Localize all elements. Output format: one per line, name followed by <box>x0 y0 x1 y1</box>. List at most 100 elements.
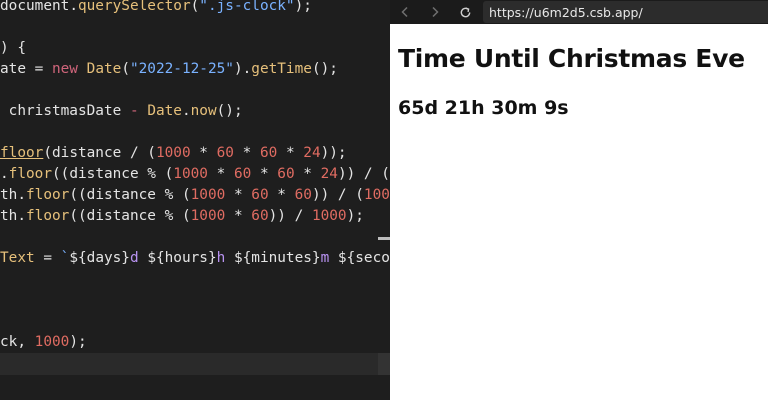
code-token: ). <box>233 61 252 77</box>
code-token: 1000 <box>190 208 226 224</box>
code-token: 1000 <box>155 145 191 161</box>
code-token: "2022-12-25" <box>129 61 234 77</box>
code-token: Text <box>0 250 35 266</box>
code-token: )); <box>320 145 347 161</box>
browser-toolbar: https://u6m2d5.csb.app/ <box>390 0 768 24</box>
code-token: 1000 <box>34 334 70 350</box>
code-token: christmasDate <box>0 103 130 119</box>
countdown-clock: 65d 21h 30m 9s <box>398 97 569 119</box>
code-token: . <box>181 103 191 119</box>
code-token: (); <box>311 61 338 77</box>
code-token: document <box>0 0 70 14</box>
code-token: * <box>207 166 234 182</box>
code-token: 1000 <box>311 208 347 224</box>
code-token: ( <box>190 0 200 14</box>
code-token: ".js-clock" <box>199 0 295 14</box>
code-token: d <box>129 250 148 266</box>
code-token: . <box>69 0 78 14</box>
code-token: . <box>0 166 9 182</box>
refresh-icon <box>460 6 470 17</box>
code-token: 1000 <box>190 187 226 203</box>
code-line[interactable]: document.querySelector(".js-clock"); <box>0 0 312 17</box>
code-token: 1000 <box>363 187 390 203</box>
code-token: (); <box>216 103 243 119</box>
code-line[interactable]: .floor((distance % (1000 * 60 * 60 * 24)… <box>0 164 390 185</box>
code-token: 60 <box>216 145 234 161</box>
code-token: Date <box>147 103 182 119</box>
code-token: * <box>190 145 217 161</box>
refresh-button[interactable] <box>450 0 480 24</box>
code-token: * <box>233 145 260 161</box>
code-token: * <box>268 187 295 203</box>
code-token: * <box>225 187 252 203</box>
scroll-indicator[interactable] <box>378 237 390 240</box>
code-token: )) / ( <box>337 166 390 182</box>
code-token: ); <box>294 0 312 14</box>
workspace: document.querySelector(".js-clock");) {a… <box>0 0 768 400</box>
code-line[interactable]: ck, 1000); <box>0 332 87 353</box>
code-token: ((distance % ( <box>52 166 174 182</box>
code-token: ${hours} <box>147 250 217 266</box>
code-token: ((distance % ( <box>69 208 191 224</box>
code-token: 60 <box>233 166 252 182</box>
code-token: ) { <box>0 40 26 56</box>
code-token: ); <box>346 208 364 224</box>
page-title: Time Until Christmas Eve <box>398 44 745 73</box>
code-token: = <box>34 250 61 266</box>
back-button[interactable] <box>390 0 420 24</box>
code-token: ((distance % ( <box>69 187 191 203</box>
code-token: ate = <box>0 61 52 77</box>
code-token: * <box>251 166 278 182</box>
browser-preview: https://u6m2d5.csb.app/ Time Until Chris… <box>390 0 768 400</box>
code-token: 24 <box>303 145 321 161</box>
code-line[interactable]: ate = new Date("2022-12-25").getTime(); <box>0 59 338 80</box>
code-token: th. <box>0 208 26 224</box>
code-token: querySelector <box>77 0 191 14</box>
code-token: new <box>51 61 78 77</box>
address-bar[interactable]: https://u6m2d5.csb.app/ <box>483 1 768 23</box>
code-token: - <box>129 103 139 119</box>
code-token: 60 <box>294 187 312 203</box>
code-token: floor <box>8 166 52 182</box>
code-token: getTime <box>251 61 312 77</box>
code-token: floor <box>26 187 70 203</box>
code-line[interactable]: Text = `${days}d ${hours}h ${minutes}m $… <box>0 248 390 269</box>
code-token: (distance / ( <box>43 145 156 161</box>
chevron-right-icon <box>432 6 439 18</box>
scrollbar-track[interactable] <box>378 353 390 375</box>
code-token: 60 <box>259 145 278 161</box>
code-token: ${minutes} <box>233 250 321 266</box>
code-line[interactable]: christmasDate - Date.now(); <box>0 101 243 122</box>
code-token: 60 <box>251 208 269 224</box>
code-line[interactable]: ) { <box>0 38 26 59</box>
code-token: * <box>277 145 304 161</box>
code-token: 60 <box>277 166 295 182</box>
code-token: m <box>320 250 338 266</box>
code-token: ( <box>121 61 130 77</box>
code-editor[interactable]: document.querySelector(".js-clock");) {a… <box>0 0 390 400</box>
code-token: th. <box>0 187 26 203</box>
forward-button[interactable] <box>420 0 450 24</box>
code-token: * <box>294 166 321 182</box>
code-token: ck, <box>0 334 35 350</box>
url-text: https://u6m2d5.csb.app/ <box>489 4 643 20</box>
current-line-highlight <box>0 353 390 375</box>
code-token: )) / <box>268 208 312 224</box>
code-token: Date <box>86 61 122 77</box>
code-token: 24 <box>320 166 338 182</box>
code-token: ${days} <box>69 250 130 266</box>
code-line[interactable]: th.floor((distance % (1000 * 60)) / 1000… <box>0 206 364 227</box>
code-line[interactable]: floor(distance / (1000 * 60 * 60 * 24)); <box>0 143 347 164</box>
code-token: )) / ( <box>311 187 364 203</box>
chevron-left-icon <box>401 6 408 18</box>
code-token: h <box>216 250 234 266</box>
code-token: now <box>190 103 217 119</box>
code-token: floor <box>0 145 44 161</box>
code-token: ${seconds <box>337 250 390 266</box>
code-token: floor <box>26 208 70 224</box>
code-token: ); <box>69 334 87 350</box>
code-token: 1000 <box>173 166 208 182</box>
code-line[interactable]: th.floor((distance % (1000 * 60 * 60)) /… <box>0 185 390 206</box>
